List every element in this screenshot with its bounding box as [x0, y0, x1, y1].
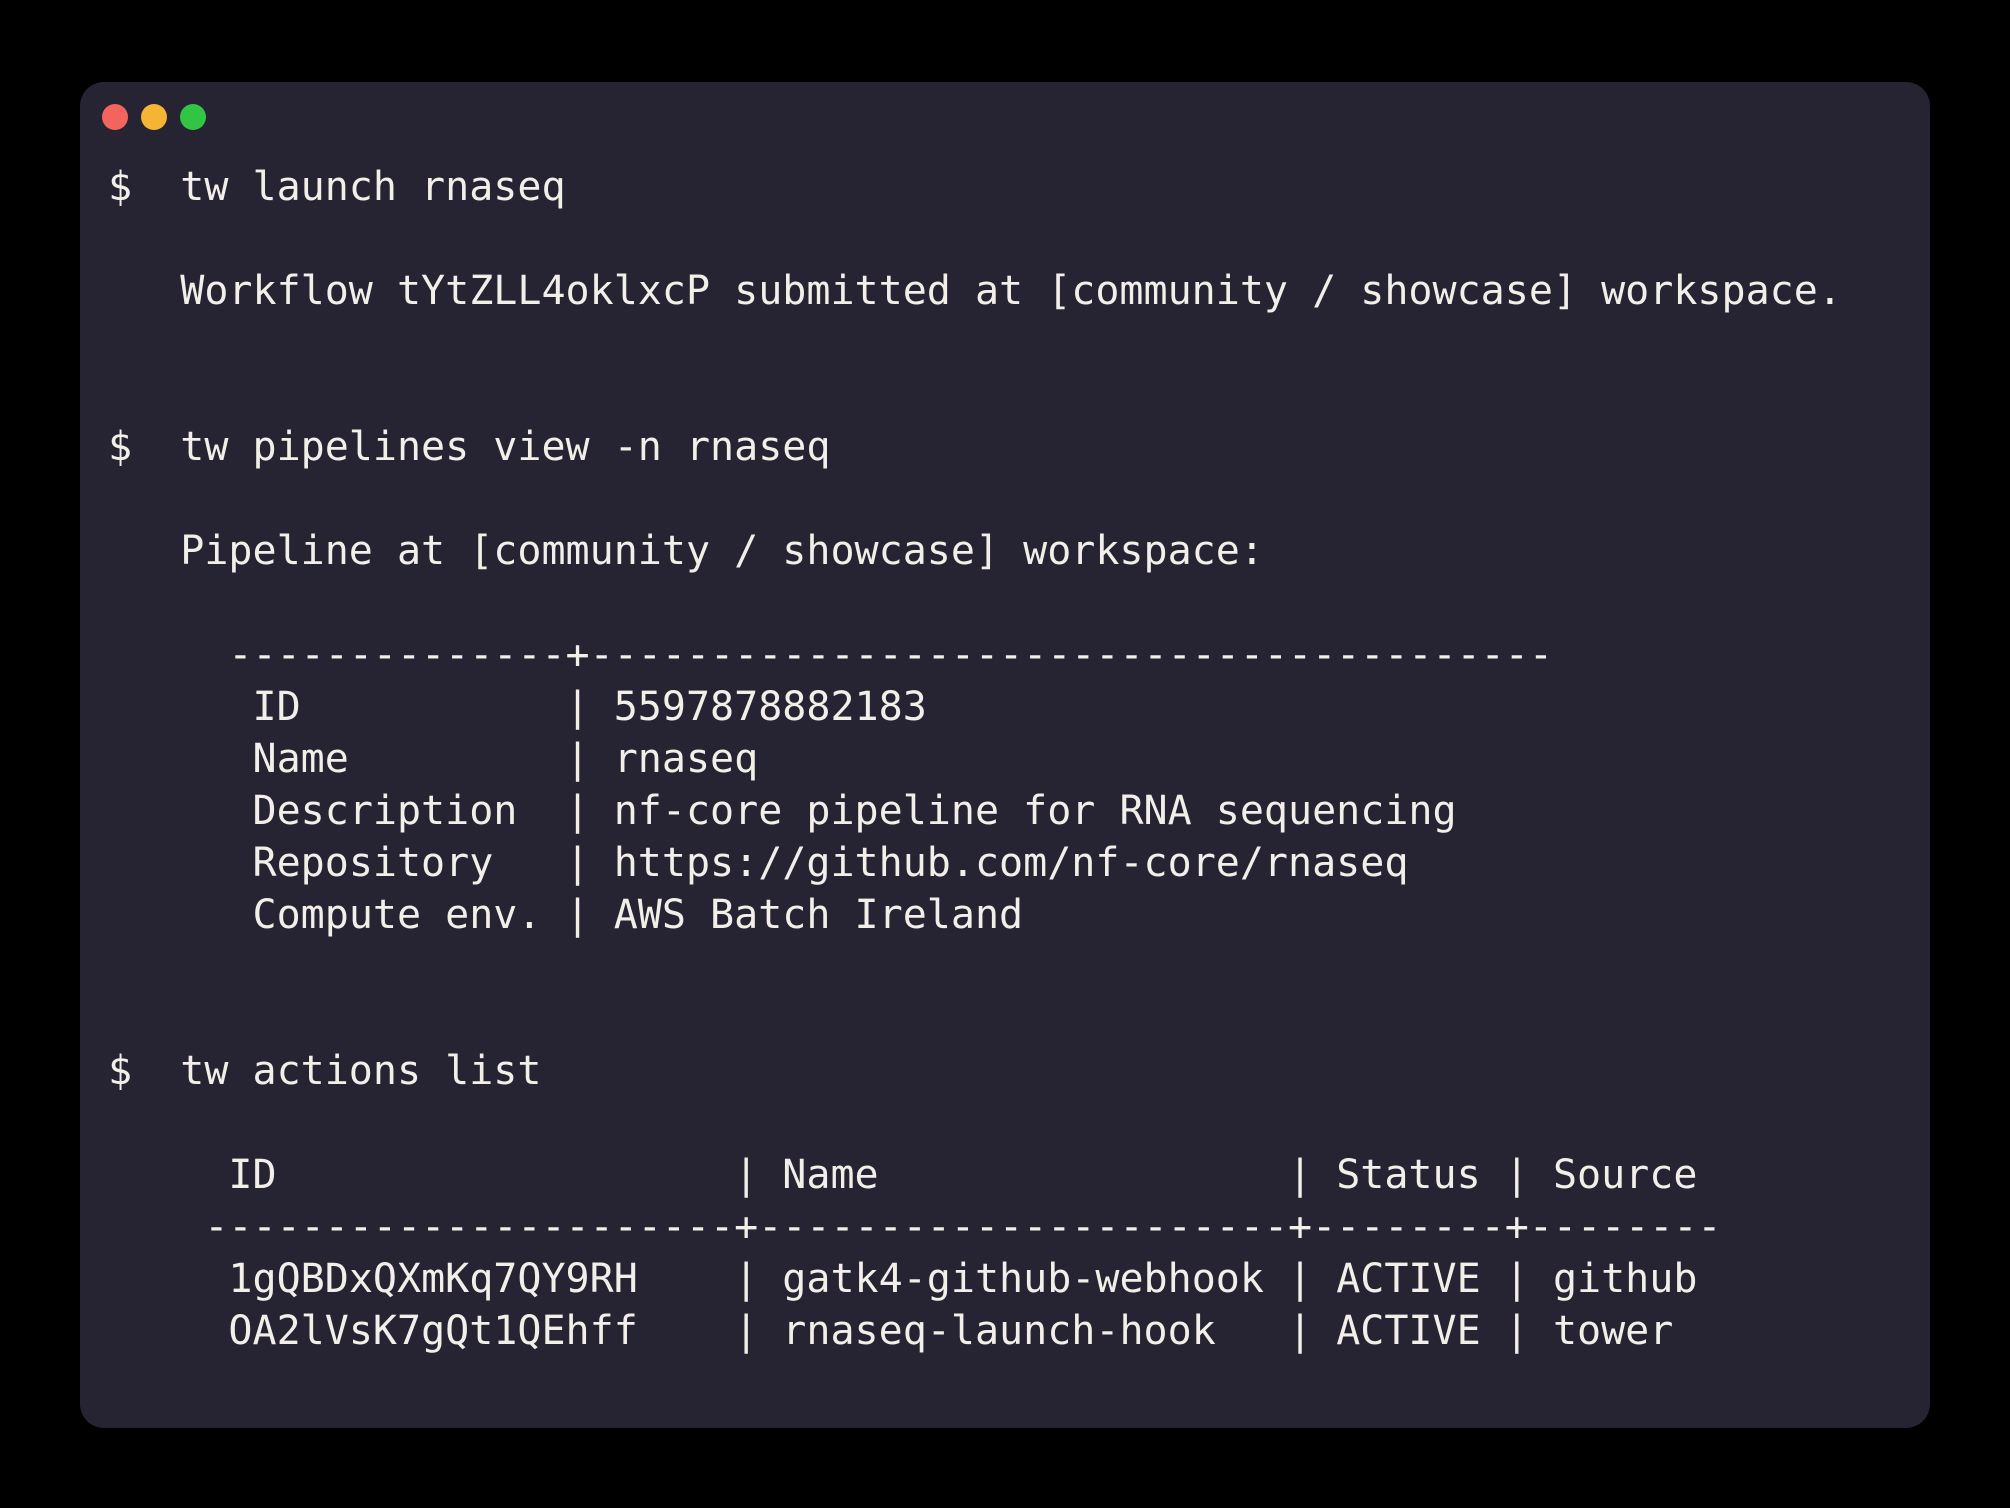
action-status: ACTIVE [1312, 1305, 1505, 1357]
command-line-launch: $tw launch rnaseq [108, 161, 1902, 213]
column-separator: | [1505, 1256, 1529, 1302]
pipeline-field-label: ID [252, 681, 565, 733]
blank-line [108, 473, 1902, 525]
command-text-pipelines-view: tw pipelines view -n rnaseq [180, 424, 830, 470]
pipeline-field-value: https://github.com/nf-core/rnaseq [590, 840, 1409, 886]
column-separator: | [1288, 1256, 1312, 1302]
command-line-actions-list: $tw actions list [108, 1045, 1902, 1097]
command-text-actions-list: tw actions list [180, 1048, 541, 1094]
desktop-background: $tw launch rnaseq Workflow tYtZLL4oklxcP… [0, 0, 2010, 1508]
pipelines-view-heading: Pipeline at [community / showcase] works… [108, 525, 1902, 577]
blank-line [108, 993, 1902, 1045]
blank-line [108, 1097, 1902, 1149]
actions-table-separator: ----------------------+-----------------… [108, 1201, 1902, 1253]
column-separator: | [734, 1256, 758, 1302]
column-separator: | [566, 892, 590, 938]
blank-line [108, 213, 1902, 265]
action-name: gatk4-github-webhook [758, 1253, 1288, 1305]
pipeline-field-label: Description [252, 785, 565, 837]
actions-table-header: ID|Name|Status|Source [108, 1149, 1902, 1201]
pipeline-table-separator: --------------+-------------------------… [108, 629, 1902, 681]
column-separator: | [1505, 1152, 1529, 1198]
column-separator: | [566, 736, 590, 782]
blank-line [108, 317, 1902, 369]
pipeline-table-row-name: Name|rnaseq [108, 733, 1902, 785]
action-status: ACTIVE [1312, 1253, 1505, 1305]
pipeline-field-value: 5597878882183 [590, 684, 927, 730]
action-id: OA2lVsK7gQt1QEhff [228, 1305, 734, 1357]
actions-header-source: Source [1529, 1152, 1698, 1198]
pipeline-field-label: Repository [252, 837, 565, 889]
command-text-launch: tw launch rnaseq [180, 164, 565, 210]
shell-prompt: $ [108, 1045, 180, 1097]
actions-header-name: Name [758, 1149, 1288, 1201]
column-separator: | [1288, 1308, 1312, 1354]
shell-prompt: $ [108, 161, 180, 213]
action-source: tower [1529, 1308, 1674, 1354]
pipeline-field-value: nf-core pipeline for RNA sequencing [590, 788, 1457, 834]
blank-line [108, 577, 1902, 629]
terminal-window: $tw launch rnaseq Workflow tYtZLL4oklxcP… [80, 82, 1930, 1428]
pipeline-field-value: rnaseq [590, 736, 759, 782]
minimize-button[interactable] [141, 104, 167, 130]
command-line-pipelines-view: $tw pipelines view -n rnaseq [108, 421, 1902, 473]
maximize-button[interactable] [180, 104, 206, 130]
pipeline-field-label: Name [252, 733, 565, 785]
column-separator: | [734, 1152, 758, 1198]
action-source: github [1529, 1256, 1698, 1302]
pipeline-table-row-repository: Repository|https://github.com/nf-core/rn… [108, 837, 1902, 889]
column-separator: | [1288, 1152, 1312, 1198]
actions-header-status: Status [1312, 1149, 1505, 1201]
column-separator: | [566, 788, 590, 834]
action-id: 1gQBDxQXmKq7QY9RH [228, 1253, 734, 1305]
column-separator: | [1505, 1308, 1529, 1354]
actions-table-row: OA2lVsK7gQt1QEhff|rnaseq-launch-hook|ACT… [108, 1305, 1902, 1357]
action-name: rnaseq-launch-hook [758, 1305, 1288, 1357]
column-separator: | [734, 1308, 758, 1354]
pipeline-table-row-id: ID|5597878882183 [108, 681, 1902, 733]
terminal-content: $tw launch rnaseq Workflow tYtZLL4oklxcP… [80, 161, 1930, 1357]
window-titlebar [80, 82, 1930, 132]
pipeline-field-value: AWS Batch Ireland [590, 892, 1023, 938]
actions-header-id: ID [228, 1149, 734, 1201]
pipeline-table-row-compute-env: Compute env.|AWS Batch Ireland [108, 889, 1902, 941]
blank-line [108, 369, 1902, 421]
shell-prompt: $ [108, 421, 180, 473]
actions-table-row: 1gQBDxQXmKq7QY9RH|gatk4-github-webhook|A… [108, 1253, 1902, 1305]
pipeline-table-row-description: Description|nf-core pipeline for RNA seq… [108, 785, 1902, 837]
pipeline-field-label: Compute env. [252, 889, 565, 941]
close-button[interactable] [102, 104, 128, 130]
blank-line [108, 941, 1902, 993]
launch-output-line: Workflow tYtZLL4oklxcP submitted at [com… [108, 265, 1902, 317]
column-separator: | [566, 684, 590, 730]
column-separator: | [566, 840, 590, 886]
